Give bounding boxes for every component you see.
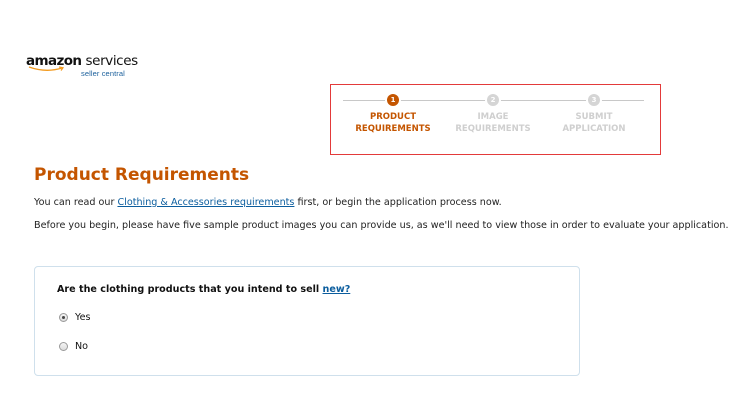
- application-stepper: 1 PRODUCT REQUIREMENTS 2 IMAGE REQUIREME…: [330, 84, 661, 155]
- page: amazon services seller central 1 PRODUCT…: [0, 0, 753, 393]
- amazon-smile-icon: [28, 66, 65, 71]
- new-definition-link[interactable]: new?: [323, 284, 351, 295]
- step-3-label: SUBMIT APPLICATION: [544, 111, 644, 135]
- option-yes-label[interactable]: Yes: [75, 312, 91, 323]
- step-3-label-line1: SUBMIT: [575, 112, 613, 122]
- step-3-label-line2: APPLICATION: [562, 124, 626, 134]
- question-label: Are the clothing products that you inten…: [57, 284, 323, 295]
- step-1-indicator: 1: [387, 94, 399, 106]
- step-2-label-line2: REQUIREMENTS: [455, 124, 531, 134]
- step-1-label-line1: PRODUCT: [370, 112, 416, 122]
- option-yes[interactable]: Yes: [59, 312, 91, 323]
- clothing-requirements-link[interactable]: Clothing & Accessories requirements: [117, 197, 294, 208]
- intro-paragraph: You can read our Clothing & Accessories …: [34, 197, 502, 208]
- radio-no[interactable]: [59, 342, 68, 351]
- step-product-requirements: 1 PRODUCT REQUIREMENTS: [343, 94, 443, 135]
- logo-wordmark: amazon services: [26, 53, 139, 71]
- amazon-services-logo[interactable]: amazon services seller central: [26, 54, 138, 78]
- step-2-label: IMAGE REQUIREMENTS: [443, 111, 543, 135]
- intro-suffix: first, or begin the application process …: [294, 197, 502, 208]
- option-no-label[interactable]: No: [75, 341, 88, 352]
- step-submit-application: 3 SUBMIT APPLICATION: [544, 94, 644, 135]
- step-2-indicator: 2: [487, 94, 499, 106]
- step-1-label: PRODUCT REQUIREMENTS: [343, 111, 443, 135]
- step-image-requirements: 2 IMAGE REQUIREMENTS: [443, 94, 543, 135]
- step-2-label-line1: IMAGE: [477, 112, 509, 122]
- step-3-indicator: 3: [588, 94, 600, 106]
- intro-prefix: You can read our: [34, 197, 118, 208]
- sample-images-note: Before you begin, please have five sampl…: [34, 220, 729, 231]
- logo-subtitle: seller central: [81, 69, 125, 78]
- question-panel: Are the clothing products that you inten…: [34, 266, 580, 376]
- page-title: Product Requirements: [34, 165, 250, 185]
- step-1-label-line2: REQUIREMENTS: [355, 124, 431, 134]
- question-text: Are the clothing products that you inten…: [57, 284, 350, 295]
- option-no[interactable]: No: [59, 341, 88, 352]
- radio-yes[interactable]: [59, 313, 68, 322]
- logo-services: services: [85, 53, 139, 69]
